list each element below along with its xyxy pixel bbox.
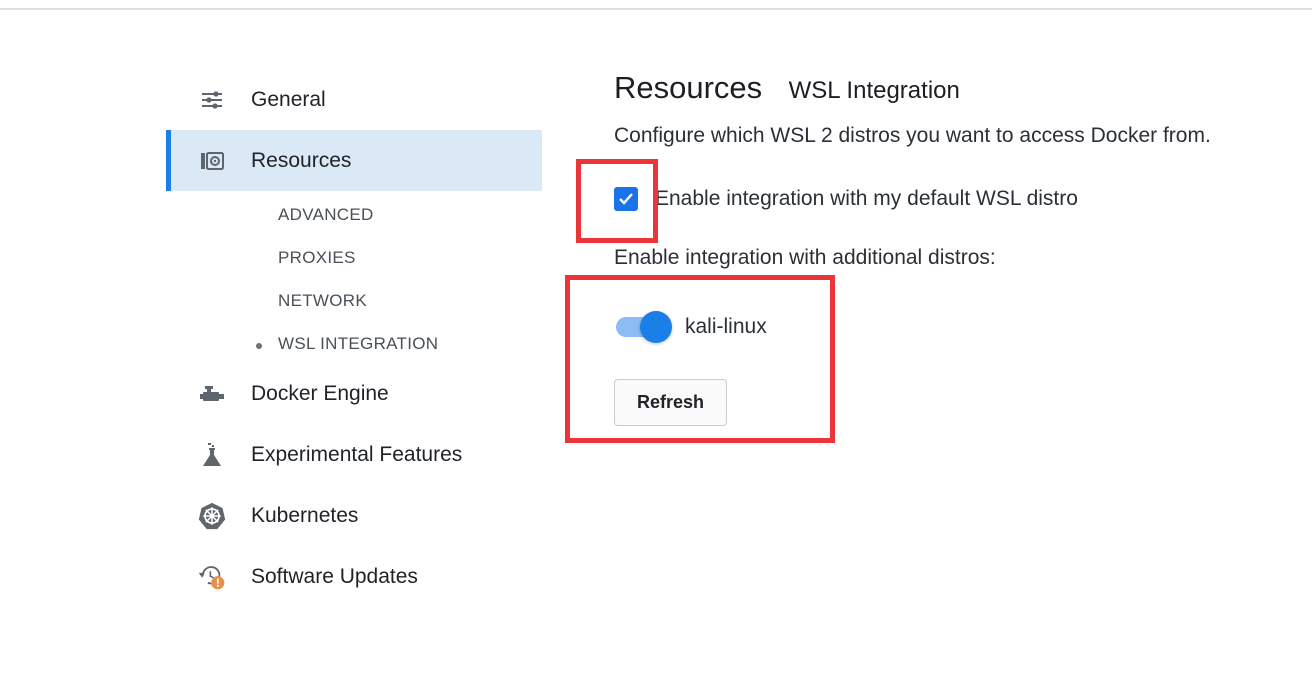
sidebar-item-label: Docker Engine bbox=[251, 381, 389, 405]
distro-row: kali-linux bbox=[616, 310, 767, 344]
sidebar-item-docker-engine[interactable]: Docker Engine bbox=[166, 363, 542, 424]
submenu-item-wsl-integration[interactable]: WSL INTEGRATION bbox=[255, 334, 438, 354]
resources-submenu: ADVANCED PROXIES NETWORK WSL INTEGRATION bbox=[166, 191, 542, 363]
default-distro-checkbox[interactable] bbox=[614, 187, 638, 211]
page-subtitle: WSL Integration bbox=[788, 77, 960, 104]
toggle-knob bbox=[640, 311, 672, 343]
submenu-item-network[interactable]: NETWORK bbox=[278, 291, 367, 311]
hard-drive-icon bbox=[198, 147, 226, 175]
page-header: Resources WSL Integration bbox=[614, 70, 960, 106]
sidebar-item-label: Kubernetes bbox=[251, 503, 359, 527]
sidebar-item-kubernetes[interactable]: Kubernetes bbox=[166, 485, 542, 546]
distro-toggle[interactable] bbox=[616, 310, 672, 344]
default-distro-label: Enable integration with my default WSL d… bbox=[655, 187, 1078, 210]
default-distro-option: Enable integration with my default WSL d… bbox=[614, 184, 1078, 214]
sidebar-item-label: Software Updates bbox=[251, 564, 418, 588]
refresh-button[interactable]: Refresh bbox=[614, 379, 727, 426]
sidebar-item-experimental-features[interactable]: Experimental Features bbox=[166, 424, 542, 485]
checkmark-icon bbox=[619, 193, 633, 205]
distro-name: kali-linux bbox=[685, 315, 767, 338]
top-divider bbox=[0, 0, 1312, 10]
page-description: Configure which WSL 2 distros you want t… bbox=[614, 124, 1211, 147]
kubernetes-helm-icon bbox=[198, 502, 226, 530]
submenu-item-advanced[interactable]: ADVANCED bbox=[278, 205, 374, 225]
submenu-item-proxies[interactable]: PROXIES bbox=[278, 248, 356, 268]
sidebar-item-label: General bbox=[251, 87, 326, 111]
sidebar-item-resources[interactable]: Resources bbox=[166, 130, 542, 191]
sidebar-item-label: Experimental Features bbox=[251, 442, 463, 466]
sidebar-item-label: Resources bbox=[251, 148, 352, 172]
page-title: Resources bbox=[614, 70, 763, 105]
sidebar-item-software-updates[interactable]: Software Updates bbox=[166, 546, 542, 607]
history-alert-icon bbox=[198, 563, 226, 591]
engine-icon bbox=[198, 380, 226, 408]
sidebar-item-general[interactable]: General bbox=[166, 69, 542, 130]
additional-distros-label: Enable integration with additional distr… bbox=[614, 246, 996, 269]
flask-icon bbox=[198, 441, 226, 469]
settings-sidebar: General Resources ADVANCED PROXIES NETWO… bbox=[166, 69, 542, 607]
sliders-icon bbox=[198, 86, 226, 114]
